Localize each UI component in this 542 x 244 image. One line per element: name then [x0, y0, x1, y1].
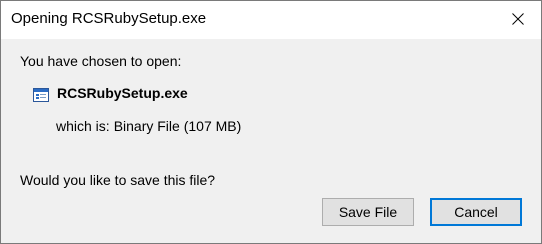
save-file-button[interactable]: Save File [322, 198, 414, 226]
dialog-body: You have chosen to open: RCSRubySetup.ex… [1, 39, 541, 243]
dialog-title: Opening RCSRubySetup.exe [11, 10, 207, 27]
executable-file-icon [33, 88, 49, 102]
file-type-value: Binary File (107 MB) [113, 118, 242, 134]
cancel-button[interactable]: Cancel [430, 198, 522, 226]
file-type-label: which is: [56, 118, 110, 134]
file-name: RCSRubySetup.exe [57, 85, 188, 101]
title-bar[interactable]: Opening RCSRubySetup.exe [1, 1, 541, 39]
close-button[interactable] [495, 1, 541, 37]
close-icon [512, 13, 524, 25]
save-question: Would you like to save this file? [20, 172, 216, 188]
download-dialog: Opening RCSRubySetup.exe You have chosen… [0, 0, 542, 244]
open-prompt: You have chosen to open: [20, 53, 182, 69]
file-type-line: which is: Binary File (107 MB) [56, 118, 241, 134]
